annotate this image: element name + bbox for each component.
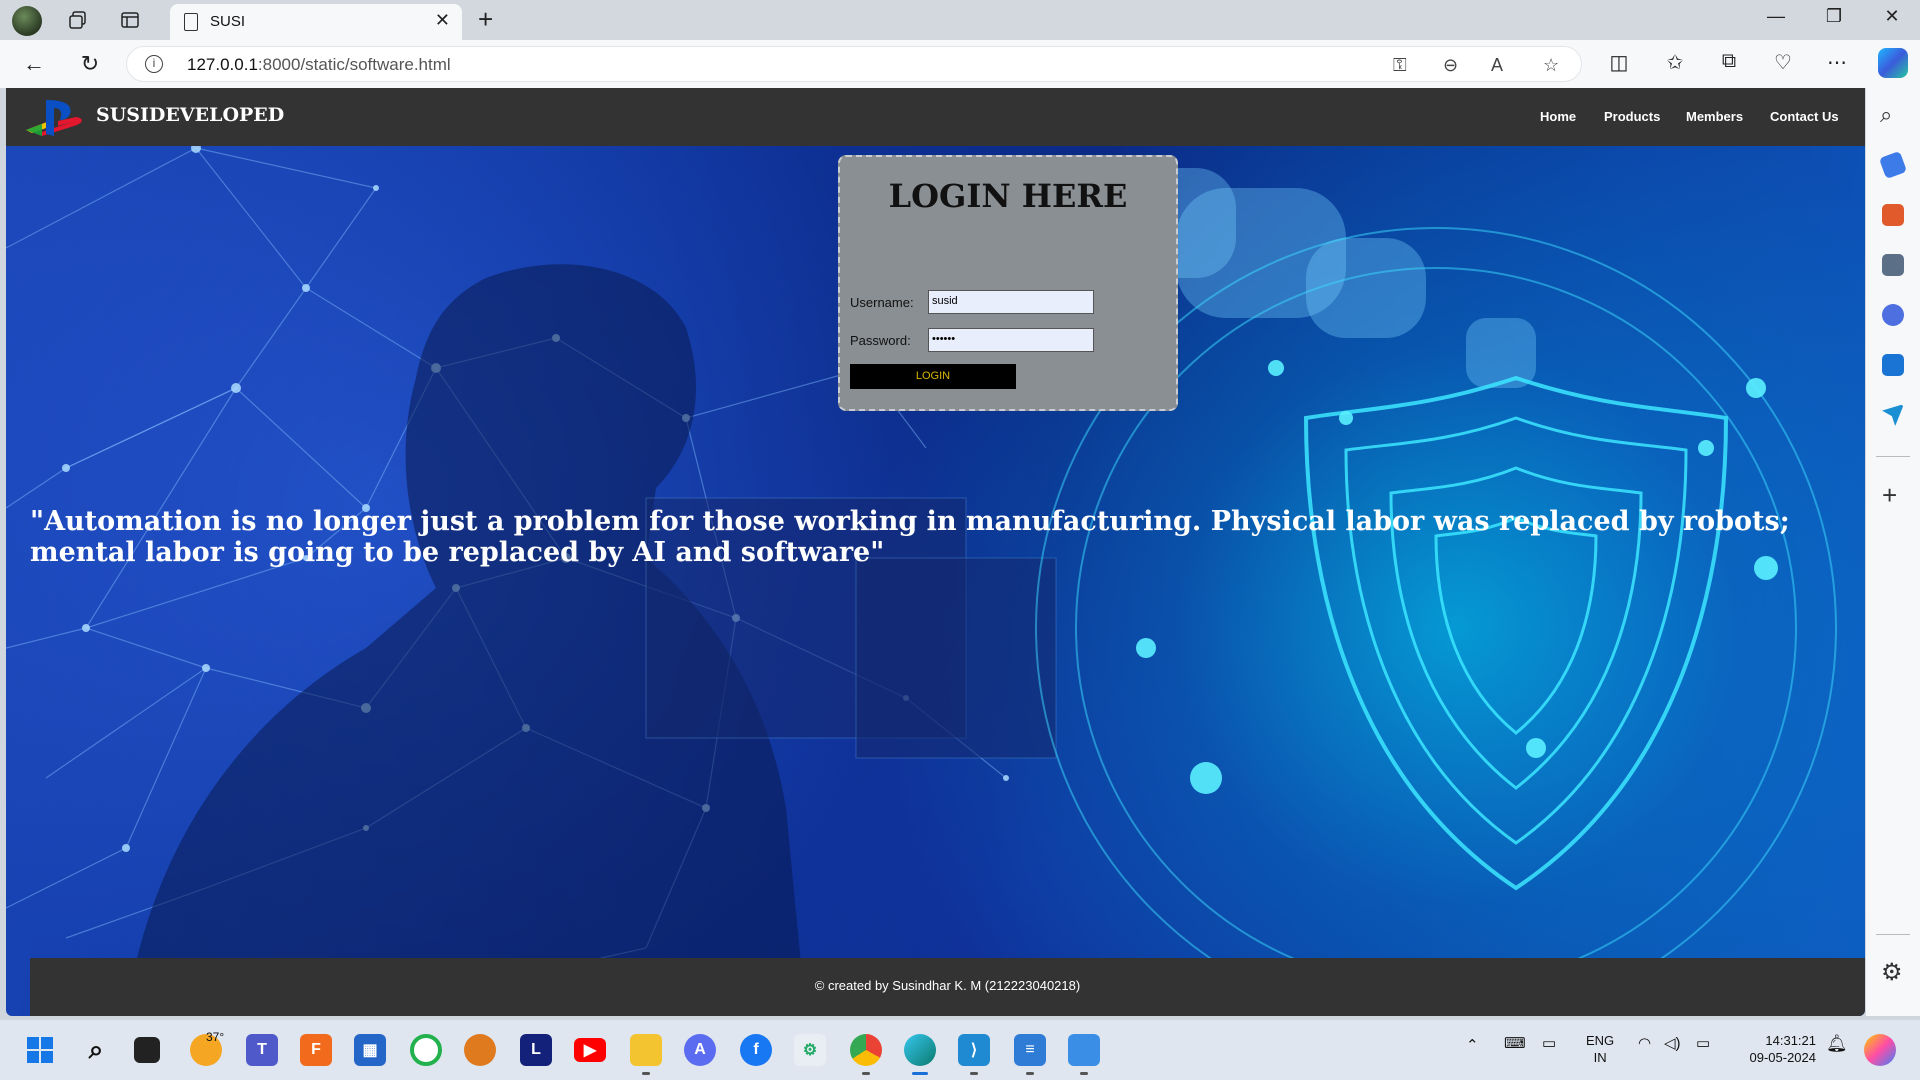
sidebar-settings-icon[interactable]: ⚙ xyxy=(1881,958,1903,987)
footer-credit: © created by Susindhar K. M (21222304021… xyxy=(814,978,1081,993)
nav-contact-us[interactable]: Contact Us xyxy=(1770,109,1839,124)
workspaces-icon[interactable] xyxy=(64,6,92,34)
sidebar-add-icon[interactable]: + xyxy=(1882,480,1897,511)
language-indicator[interactable]: ENG IN xyxy=(1586,1032,1614,1066)
browser-tab-bar: SUSI ✕ + — ❐ ✕ xyxy=(0,0,1920,40)
restore-button[interactable]: ❐ xyxy=(1814,6,1854,27)
minimize-button[interactable]: — xyxy=(1756,6,1796,27)
login-form: LOGIN HERE Username: susid Password: •••… xyxy=(838,155,1178,411)
more-menu-icon[interactable]: ⋯ xyxy=(1822,50,1852,75)
wifi-icon[interactable]: ◠ xyxy=(1638,1034,1651,1052)
display-icon[interactable]: ▭ xyxy=(1542,1034,1556,1052)
url-text[interactable]: 127.0.0.1:8000/static/software.html xyxy=(187,55,451,75)
password-input[interactable]: •••••• xyxy=(928,328,1094,352)
sidebar-tag-icon[interactable] xyxy=(1878,150,1908,180)
windows-taskbar: ⌕ 37° T F ▦ L ▶ A f ⚙ ⟩ ≡ ⌃ ⌨ ▭ ENG IN ◠ … xyxy=(0,1020,1920,1080)
vertical-tabs-icon[interactable] xyxy=(116,6,144,34)
site-header: SUSIDEVELOPED Home Products Members Cont… xyxy=(6,88,1865,146)
nav-home[interactable]: Home xyxy=(1540,109,1576,124)
nav-members[interactable]: Members xyxy=(1686,109,1743,124)
key-icon[interactable]: ⚿ xyxy=(1393,55,1407,76)
running-indicator xyxy=(912,1072,928,1075)
volume-icon[interactable]: ◁) xyxy=(1664,1034,1681,1052)
address-toolbar: ← ↻ i 127.0.0.1:8000/static/software.htm… xyxy=(0,40,1920,88)
page-icon xyxy=(184,13,198,31)
copilot-icon[interactable] xyxy=(1878,48,1908,78)
page-viewport: SUSIDEVELOPED Home Products Members Cont… xyxy=(6,88,1865,1016)
notification-bell-icon[interactable]: 🔔︎ xyxy=(1826,1034,1848,1054)
favorite-star-icon[interactable]: ☆ xyxy=(1543,55,1559,76)
read-aloud-icon[interactable]: A xyxy=(1491,55,1503,76)
running-indicator xyxy=(1080,1072,1088,1075)
back-button[interactable]: ← xyxy=(18,48,50,80)
clock[interactable]: 14:31:21 09-05-2024 xyxy=(1730,1032,1817,1066)
site-info-icon[interactable]: i xyxy=(145,55,163,73)
favorites-icon[interactable]: ✩ xyxy=(1660,50,1690,75)
login-button[interactable]: LOGIN xyxy=(850,364,1016,389)
photos-icon[interactable] xyxy=(1068,1034,1100,1066)
edge-icon[interactable] xyxy=(904,1034,936,1066)
running-indicator xyxy=(1026,1072,1034,1075)
weather-temp: 37° xyxy=(206,1030,225,1044)
username-input[interactable]: susid xyxy=(928,290,1094,314)
file-explorer-icon[interactable] xyxy=(630,1034,662,1066)
sidebar-divider xyxy=(1876,934,1910,935)
search-icon[interactable]: ⌕ xyxy=(80,1034,112,1066)
chevron-up-icon[interactable]: ⌃ xyxy=(1466,1036,1479,1054)
fusion-app-icon[interactable]: F xyxy=(300,1034,332,1066)
profile-avatar[interactable] xyxy=(12,6,42,36)
sidebar-divider xyxy=(1876,456,1910,457)
youtube-icon[interactable]: ▶ xyxy=(574,1038,606,1062)
firefox-icon[interactable] xyxy=(464,1034,496,1066)
close-window-button[interactable]: ✕ xyxy=(1872,6,1912,27)
zoom-out-icon[interactable]: ⊖ xyxy=(1443,55,1458,76)
refresh-button[interactable]: ↻ xyxy=(74,48,106,80)
facebook-icon[interactable]: f xyxy=(740,1034,772,1066)
username-label: Username: xyxy=(850,295,914,310)
keyboard-icon[interactable]: ⌨ xyxy=(1504,1034,1526,1052)
tab-title: SUSI xyxy=(210,13,246,30)
address-bar[interactable]: i 127.0.0.1:8000/static/software.html ⚿ … xyxy=(126,46,1582,82)
password-label: Password: xyxy=(850,333,911,348)
sidebar-send-icon[interactable] xyxy=(1882,404,1904,426)
start-icon[interactable] xyxy=(24,1034,56,1066)
task-view-icon[interactable] xyxy=(134,1037,160,1063)
store-icon[interactable]: ▦ xyxy=(354,1034,386,1066)
green-ring-app-icon[interactable] xyxy=(410,1034,442,1066)
copilot-taskbar-icon[interactable] xyxy=(1864,1034,1896,1066)
battery-icon[interactable]: ▭ xyxy=(1696,1034,1710,1052)
new-tab-button[interactable]: + xyxy=(478,4,493,35)
browser-tab-active[interactable]: SUSI ✕ xyxy=(170,4,462,40)
hero-quote: "Automation is no longer just a problem … xyxy=(30,506,1790,568)
running-indicator xyxy=(970,1072,978,1075)
notepad-icon[interactable]: ≡ xyxy=(1014,1034,1046,1066)
arc-app-icon[interactable]: A xyxy=(684,1034,716,1066)
site-brand[interactable]: SUSIDEVELOPED xyxy=(96,104,284,126)
sidebar-copilot-icon[interactable] xyxy=(1882,304,1904,326)
sidebar-tools-icon[interactable] xyxy=(1882,204,1904,226)
close-tab-icon[interactable]: ✕ xyxy=(435,10,450,31)
python-icon[interactable]: ⚙ xyxy=(794,1034,826,1066)
running-indicator xyxy=(862,1072,870,1075)
collections-icon[interactable]: ⧉ xyxy=(1714,50,1744,73)
split-screen-icon[interactable]: ◫ xyxy=(1604,50,1634,75)
sidebar-games-icon[interactable] xyxy=(1882,254,1904,276)
login-title: LOGIN HERE xyxy=(888,177,1128,215)
nav-products[interactable]: Products xyxy=(1604,109,1660,124)
sidebar-search-icon[interactable]: ⌕ xyxy=(1880,102,1892,128)
running-indicator xyxy=(642,1072,650,1075)
chrome-icon[interactable] xyxy=(850,1034,882,1066)
site-footer: © created by Susindhar K. M (21222304021… xyxy=(30,958,1865,1016)
playstation-logo-icon[interactable] xyxy=(22,96,88,140)
sidebar-outlook-icon[interactable] xyxy=(1882,354,1904,376)
edge-sidebar: ⌕ + ⚙ xyxy=(1866,88,1920,1016)
vscode-icon[interactable]: ⟩ xyxy=(958,1034,990,1066)
browser-essentials-icon[interactable]: ♡ xyxy=(1768,50,1798,75)
teams-icon[interactable]: T xyxy=(246,1034,278,1066)
l-app-icon[interactable]: L xyxy=(520,1034,552,1066)
